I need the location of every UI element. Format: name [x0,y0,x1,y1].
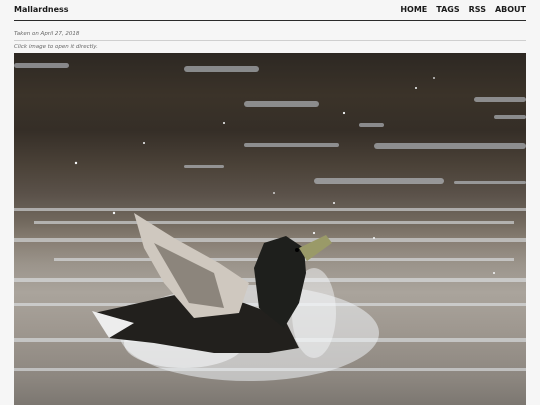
nav-tags-link[interactable]: TAGS [436,5,459,14]
site-header: Mallardness HOME TAGS RSS ABOUT [14,0,526,21]
nav-about-link[interactable]: ABOUT [495,5,526,14]
photo-link[interactable] [14,53,526,405]
nav-home-link[interactable]: HOME [400,5,427,14]
site-title-link[interactable]: Mallardness [14,5,69,14]
nav-rss-link[interactable]: RSS [469,5,486,14]
taken-date: Taken on April 27, 2018 [14,31,526,41]
click-hint: Click image to open it directly. [14,44,98,50]
main-nav: HOME TAGS RSS ABOUT [400,5,526,14]
duck-photo-image [14,63,526,381]
photo-meta: Taken on April 27, 2018 Click image to o… [14,31,526,50]
